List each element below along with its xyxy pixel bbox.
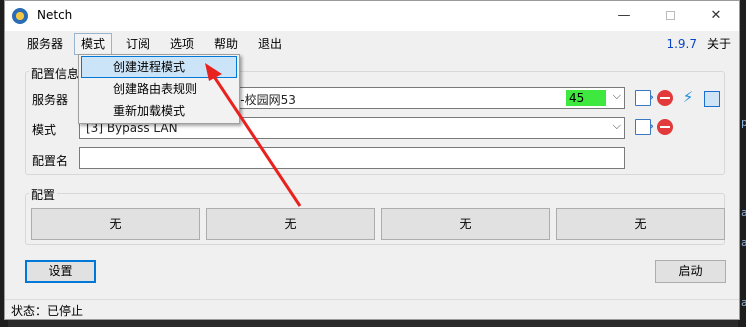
config-info-title: 配置信息 [29, 65, 82, 82]
menu-create-route-rule[interactable]: 创建路由表规则 [81, 78, 237, 100]
background-glyph: a [741, 236, 746, 249]
close-button[interactable]: ✕ [693, 1, 739, 31]
menu-bar: 服务器 模式 订阅 选项 帮助 退出 1.9.7 关于 [5, 33, 739, 55]
delete-mode-icon[interactable] [657, 119, 673, 135]
copy-server-icon[interactable] [704, 91, 720, 107]
netch-main-window: Netch — ✕ 服务器 模式 订阅 选项 帮助 退出 1.9.7 关于 配置… [4, 0, 740, 320]
mode-menu-dropdown: 创建进程模式 创建路由表规则 重新加载模式 [78, 54, 240, 124]
menu-mode[interactable]: 模式 [74, 33, 113, 55]
profiles-title: 配置 [29, 186, 58, 203]
maximize-icon [665, 11, 675, 20]
mode-label: 模式 [32, 123, 57, 137]
settings-button[interactable]: 设置 [25, 260, 96, 283]
chevron-down-icon: ⌵ [612, 119, 621, 132]
server-label: 服务器 [32, 93, 69, 107]
window-title: Netch [37, 8, 73, 22]
version-link[interactable]: 1.9.7 [666, 33, 697, 55]
profile-name-input[interactable] [79, 147, 625, 169]
minimize-button[interactable]: — [601, 1, 647, 31]
menu-help[interactable]: 帮助 [208, 33, 244, 55]
netch-app-icon [12, 8, 28, 24]
background-glyph: a [741, 296, 746, 309]
profile-name-label: 配置名 [32, 154, 69, 168]
menu-subscription[interactable]: 订阅 [120, 33, 156, 55]
profile-button-2[interactable]: 无 [206, 208, 375, 240]
status-text: 状态：已停止 [11, 304, 84, 318]
server-select-value: s-校园网53 [234, 93, 296, 107]
profile-button-1[interactable]: 无 [31, 208, 200, 240]
menu-options[interactable]: 选项 [164, 33, 200, 55]
maximize-button[interactable] [647, 1, 693, 31]
chevron-down-icon: ⌵ [612, 89, 621, 102]
edit-server-icon[interactable] [635, 90, 654, 106]
menu-create-process-mode[interactable]: 创建进程模式 [81, 56, 237, 78]
profile-button-4[interactable]: 无 [556, 208, 725, 240]
profile-button-3[interactable]: 无 [381, 208, 550, 240]
start-button[interactable]: 启动 [655, 260, 726, 283]
title-bar[interactable]: Netch — ✕ [5, 1, 739, 31]
delete-server-icon[interactable] [657, 90, 673, 106]
menu-server[interactable]: 服务器 [21, 33, 69, 55]
menu-about[interactable]: 关于 [707, 33, 731, 55]
background-glyph: p [741, 116, 746, 129]
latency-badge: 45 [566, 90, 606, 106]
speed-test-icon[interactable]: ⚡ [680, 89, 696, 105]
menu-exit[interactable]: 退出 [252, 33, 288, 55]
status-bar: 状态：已停止 [5, 299, 739, 319]
edit-mode-icon[interactable] [635, 119, 654, 135]
background-glyph: a [741, 206, 746, 219]
menu-reload-modes[interactable]: 重新加载模式 [81, 100, 237, 122]
